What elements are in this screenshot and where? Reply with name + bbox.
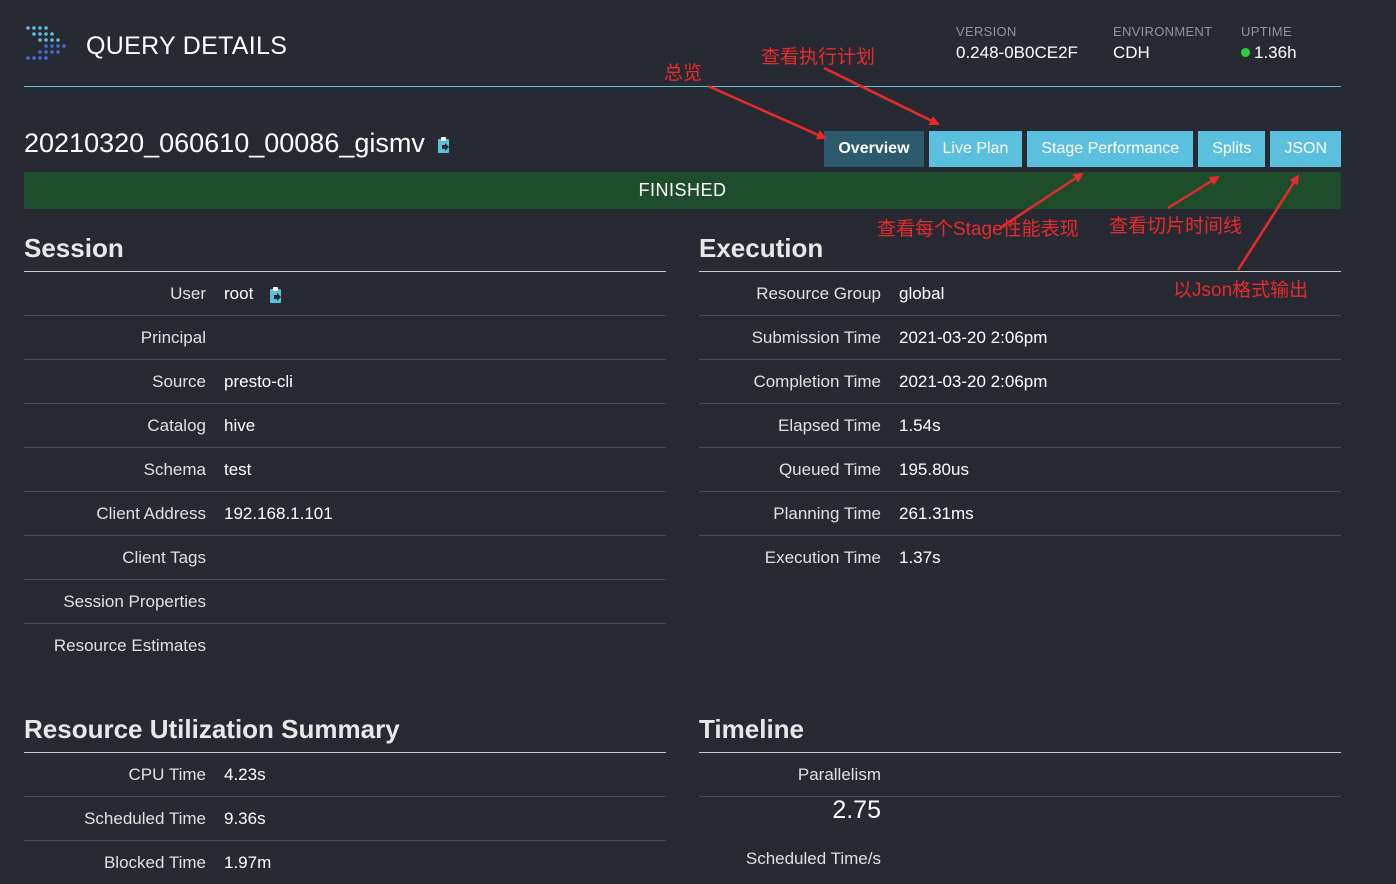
row-value: root (224, 284, 254, 303)
row-label: Submission Time (751, 328, 881, 347)
table-row: Execution Time 1.37s (699, 536, 1341, 579)
presto-logo-icon (26, 26, 66, 60)
row-value: 2021-03-20 2:06pm (899, 372, 1048, 391)
app-title: QUERY DETAILS (86, 32, 288, 60)
parallelism-label: Parallelism (797, 765, 881, 784)
environment-block: ENVIRONMENT CDH (1113, 24, 1212, 63)
parallelism-value: 2.75 (832, 796, 881, 824)
resource-utilization-title: Resource Utilization Summary (24, 714, 666, 753)
table-row: Source presto-cli (24, 360, 666, 404)
row-label: Catalog (147, 416, 206, 435)
table-row: User root (24, 272, 666, 316)
environment-value: CDH (1113, 43, 1150, 62)
row-value: 9.36s (224, 809, 266, 828)
row-label: User (170, 284, 206, 303)
query-tabs: Overview Live Plan Stage Performance Spl… (824, 131, 1341, 167)
row-label: Client Tags (122, 548, 206, 567)
clipboard-copy-icon[interactable] (436, 136, 452, 154)
row-label: Execution Time (764, 548, 881, 567)
tab-json[interactable]: JSON (1270, 131, 1341, 167)
row-value: global (899, 284, 945, 303)
row-value: 261.31ms (899, 504, 974, 523)
row-value: 1.97m (224, 853, 272, 872)
resource-utilization-section: Resource Utilization Summary CPU Time 4.2… (24, 714, 666, 884)
table-row: Elapsed Time 1.54s (699, 404, 1341, 448)
tab-stage-performance[interactable]: Stage Performance (1027, 131, 1194, 167)
row-label: Scheduled Time (84, 809, 206, 828)
row-label: Source (152, 372, 206, 391)
annotation-json: 以Json格式输出 (1173, 280, 1309, 301)
row-label: Client Address (96, 504, 206, 523)
table-row: Session Properties (24, 580, 666, 624)
table-row: Submission Time 2021-03-20 2:06pm (699, 316, 1341, 360)
table-row: Blocked Time 1.97m (24, 841, 666, 884)
uptime-block: UPTIME 1.36h (1241, 24, 1297, 63)
clipboard-copy-icon[interactable] (268, 286, 284, 304)
tab-overview[interactable]: Overview (824, 131, 924, 167)
row-value: hive (224, 416, 256, 435)
scheduled-time-per-second-label: Scheduled Time/s (745, 849, 881, 868)
timeline-title: Timeline (699, 714, 1341, 753)
session-section: Session User root Principal Source presto… (24, 233, 666, 667)
tab-splits[interactable]: Splits (1198, 131, 1266, 167)
row-label: Schema (143, 460, 206, 479)
uptime-label: UPTIME (1241, 24, 1292, 39)
row-value: 192.168.1.101 (224, 504, 333, 523)
session-title: Session (24, 233, 666, 272)
environment-label: ENVIRONMENT (1113, 24, 1213, 39)
tab-live-plan[interactable]: Live Plan (928, 131, 1023, 167)
row-label: Queued Time (778, 460, 881, 479)
table-row: Resource Estimates (24, 624, 666, 667)
query-id: 20210320_060610_00086_gismv (24, 128, 425, 158)
annotation-stage-performance: 查看每个Stage性能表现 (877, 219, 1079, 240)
annotation-splits: 查看切片时间线 (1109, 216, 1243, 237)
row-label: Completion Time (753, 372, 881, 391)
row-label: Blocked Time (103, 853, 206, 872)
table-row: Queued Time 195.80us (699, 448, 1341, 492)
table-row: Client Tags (24, 536, 666, 580)
table-row: Schema test (24, 448, 666, 492)
row-value: 1.54s (899, 416, 941, 435)
timeline-section: Timeline Parallelism 2.75 Scheduled Time… (699, 714, 1341, 868)
table-row: Principal (24, 316, 666, 360)
row-label: Principal (140, 328, 206, 347)
row-value: 1.37s (899, 548, 941, 567)
row-label: Elapsed Time (778, 416, 881, 435)
row-label: CPU Time (128, 765, 206, 784)
uptime-value: 1.36h (1254, 43, 1297, 62)
table-row: CPU Time 4.23s (24, 753, 666, 797)
table-row: Completion Time 2021-03-20 2:06pm (699, 360, 1341, 404)
annotation-overview: 总览 (664, 63, 703, 84)
row-label: Resource Group (756, 284, 881, 303)
parallelism-block: Parallelism (699, 753, 1341, 797)
uptime-status-icon (1241, 48, 1250, 58)
row-value: 4.23s (224, 765, 266, 784)
row-value: presto-cli (224, 372, 293, 391)
row-value: 195.80us (899, 460, 969, 479)
version-block: VERSION 0.248-0B0CE2F (956, 24, 1078, 63)
version-label: VERSION (956, 24, 1017, 39)
query-state-bar: FINISHED (24, 172, 1341, 209)
table-row: Planning Time 261.31ms (699, 492, 1341, 536)
query-id-title: 20210320_060610_00086_gismv (24, 128, 452, 159)
row-label: Session Properties (63, 592, 206, 611)
table-row: Catalog hive (24, 404, 666, 448)
row-value: 2021-03-20 2:06pm (899, 328, 1048, 347)
annotation-live-plan: 查看执行计划 (761, 47, 876, 68)
table-row: Scheduled Time 9.36s (24, 797, 666, 841)
row-value: test (224, 460, 252, 479)
row-label: Planning Time (773, 504, 881, 523)
table-row: Client Address 192.168.1.101 (24, 492, 666, 536)
version-value: 0.248-0B0CE2F (956, 43, 1078, 62)
row-label: Resource Estimates (53, 636, 206, 655)
